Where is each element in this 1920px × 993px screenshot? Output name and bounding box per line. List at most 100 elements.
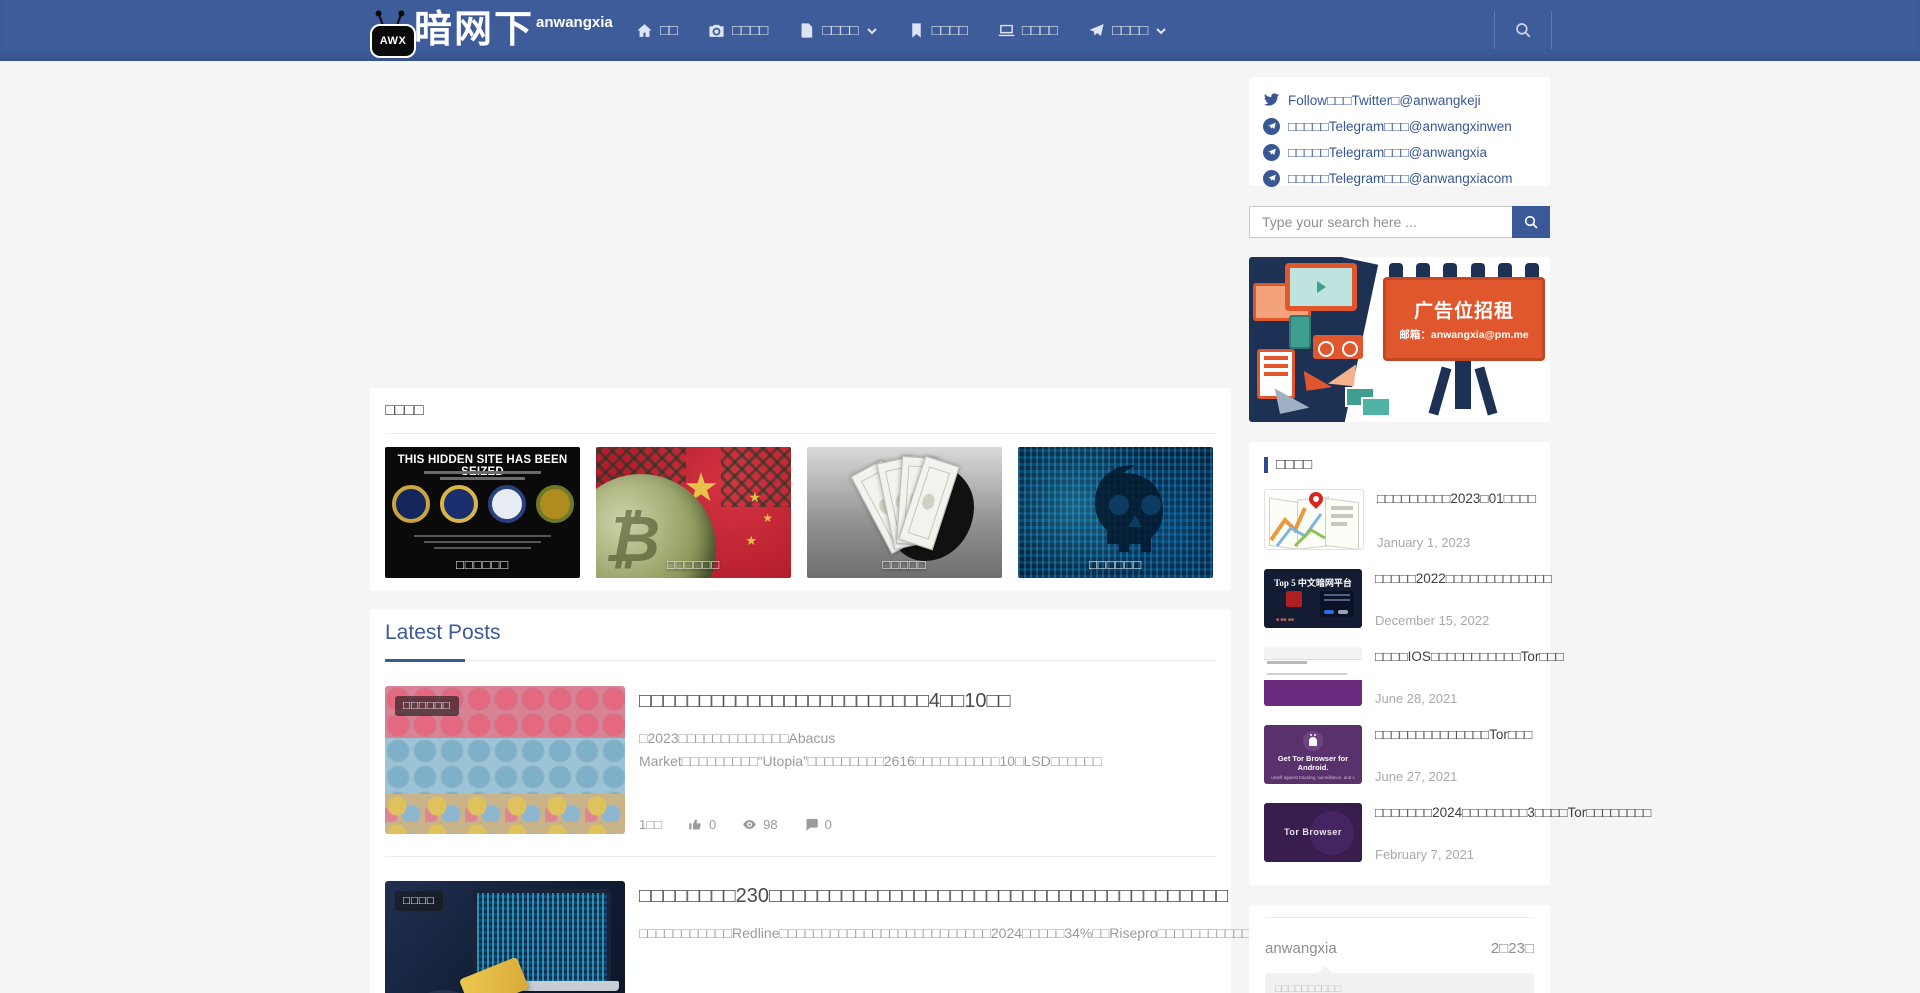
menu-label: □□□□ <box>1112 22 1148 39</box>
category-badge[interactable]: □□□□□□ <box>395 696 459 716</box>
billboard-pole <box>1455 361 1471 409</box>
star-decor: ★ <box>748 489 761 506</box>
post-thumbnail-cybercrime[interactable]: □□□□ <box>385 881 625 993</box>
featured-item-bitcoin-china[interactable]: ★ ★ ★ ★ □□□□□□ <box>596 447 791 578</box>
hot-post-item[interactable]: □□□□□□□□□2023□01□□□□ January 1, 2023 <box>1264 489 1535 550</box>
navbar-search-area <box>1494 10 1552 50</box>
hot-thumbnail-ios <box>1264 647 1362 706</box>
menu-label: □□□□ <box>732 22 768 39</box>
bookmark-icon <box>908 22 925 39</box>
featured-item-hacker-skull[interactable]: □□□□□□ <box>1018 447 1213 578</box>
android-icon <box>1303 731 1323 751</box>
comment-icon <box>804 817 819 832</box>
thumb-text: Top 5 中文暗网平台 <box>1264 576 1362 589</box>
search-input[interactable] <box>1249 206 1512 238</box>
star-decor: ★ <box>762 511 773 525</box>
radio-graphic <box>1313 335 1363 359</box>
post-title[interactable]: □□□□□□□□□□□□□□□□□□□□□□□□4□□10□□ <box>639 688 1216 715</box>
ad-banner[interactable]: 广告位招租 邮箱：anwangxia@pm.me <box>1249 257 1550 422</box>
decor-line <box>440 477 526 480</box>
hot-post-item[interactable]: □□□□IOS□□□□□□□□□□□Tor□□□ June 28, 2021 <box>1264 647 1535 706</box>
search-submit-button[interactable] <box>1512 206 1550 238</box>
home-icon <box>636 22 653 39</box>
calendar-widget: anwangxia 2□23□ □□□□□□□□□□ <box>1249 905 1550 993</box>
telegram-link-news[interactable]: □□□□□Telegram□□□@anwangxinwen <box>1249 113 1550 139</box>
hot-post-title[interactable]: □□□□□□□□□□□□□□Tor□□□ <box>1375 725 1535 745</box>
menu-item-home[interactable]: □□ <box>636 22 678 39</box>
hot-posts-header: □□□□ <box>1264 456 1535 473</box>
decor-line <box>414 535 551 537</box>
skull-silhouette <box>1075 457 1195 567</box>
phone-graphic <box>1289 315 1311 349</box>
decor-line <box>424 541 541 543</box>
navbar-search-button[interactable] <box>1495 10 1551 50</box>
hot-post-title[interactable]: □□□□□2022□□□□□□□□□□□□□ <box>1375 569 1552 589</box>
menu-label: □□□□ <box>932 22 968 39</box>
social-link-text: □□□□□Telegram□□□@anwangxia <box>1288 145 1487 160</box>
hot-post-date: February 7, 2021 <box>1375 847 1651 862</box>
comments-counter[interactable]: 0 <box>804 817 832 832</box>
latest-posts-title: Latest Posts <box>385 621 1216 645</box>
category-badge[interactable]: □□□□ <box>395 891 443 911</box>
menu-item-articles[interactable]: □□□□ <box>798 22 877 39</box>
post-item: □□□□□□ □□□□□□□□□□□□□□□□□□□□□□□□4□□10□□ □… <box>385 662 1216 856</box>
laptop-icon <box>998 22 1015 39</box>
divider <box>385 433 1216 434</box>
book-graphic <box>1328 362 1356 387</box>
hot-thumbnail-tor-browser: Tor Browser <box>1264 803 1362 862</box>
sidebar-search <box>1249 206 1550 238</box>
featured-caption: □□□□□□ <box>1018 557 1213 572</box>
social-link-text: □□□□□Telegram□□□@anwangxiacom <box>1288 171 1513 186</box>
hot-post-date: December 15, 2022 <box>1375 613 1552 628</box>
camera-icon <box>708 22 725 39</box>
eye-icon <box>742 817 757 832</box>
hot-post-title[interactable]: □□□□IOS□□□□□□□□□□□Tor□□□ <box>1375 647 1564 667</box>
twitter-follow-link[interactable]: Follow□□□Twitter□@anwangkeji <box>1249 87 1550 113</box>
brand-name-en: anwangxia <box>536 14 613 31</box>
telegram-icon <box>1088 22 1105 39</box>
hot-thumbnail-map <box>1264 489 1364 550</box>
menu-item-tech[interactable]: □□□□ <box>998 22 1058 39</box>
post-meta: 1□□ 0 98 0 <box>639 817 832 832</box>
ad-email: 邮箱：anwangxia@pm.me <box>1399 327 1528 342</box>
telegram-link-group[interactable]: □□□□□Telegram□□□@anwangxiacom <box>1249 165 1550 191</box>
featured-caption: □□□□□ <box>807 557 1002 572</box>
telegram-link-channel[interactable]: □□□□□Telegram□□□@anwangxia <box>1249 139 1550 165</box>
hot-post-title[interactable]: □□□□□□□2024□□□□□□□□3□□□□Tor□□□□□□□□ <box>1375 803 1651 823</box>
featured-item-dollars[interactable]: □□□□□ <box>807 447 1002 578</box>
billboard-leg <box>1429 367 1452 416</box>
brand-name-cn: 暗网下 <box>414 4 534 56</box>
calendar-header: anwangxia 2□23□ <box>1265 940 1534 957</box>
likes-counter[interactable]: 0 <box>688 817 716 832</box>
post-item: □□□□ □□□□□□□□230□□□□□□□□□□□□□□□□□□□□□□□□… <box>385 857 1216 993</box>
thumb-text: Tor Browser <box>1264 827 1362 837</box>
seizure-banner-text: THIS HIDDEN SITE HAS BEEN SEIZED <box>385 454 580 478</box>
hot-post-item[interactable]: Top 5 中文暗网平台 ■ ■■ ■■ □□□□□2022□□□□□□□□□□… <box>1264 569 1535 628</box>
hot-post-title[interactable]: □□□□□□□□□2023□01□□□□ <box>1377 489 1536 509</box>
page: AWX 暗网下 anwangxia □□ □□□□ □□□□ □□□□ <box>0 0 1920 993</box>
telegram-icon <box>1263 170 1280 187</box>
telegram-icon <box>1263 118 1280 135</box>
separator <box>1551 11 1552 49</box>
featured-caption: □□□□□□ <box>385 557 580 572</box>
mascot-bug-icon: AWX <box>368 12 414 52</box>
calendar-note: □□□□□□□□□□ <box>1265 973 1534 993</box>
billboard: 广告位招租 邮箱：anwangxia@pm.me <box>1383 263 1545 419</box>
menu-item-bookmarks[interactable]: □□□□ <box>908 22 968 39</box>
menu-label: □□ <box>660 22 678 39</box>
hot-posts-title: □□□□ <box>1276 456 1312 473</box>
hot-post-item[interactable]: Tor Browser □□□□□□□2024□□□□□□□□3□□□□Tor□… <box>1264 803 1535 862</box>
featured-caption: □□□□□□ <box>596 557 791 572</box>
tv-graphic <box>1285 263 1357 311</box>
post-thumbnail-pills[interactable]: □□□□□□ <box>385 686 625 834</box>
menu-label: □□□□ <box>1022 22 1058 39</box>
site-logo[interactable]: AWX 暗网下 anwangxia <box>368 4 613 56</box>
menu-item-contact[interactable]: □□□□ <box>1088 22 1167 39</box>
billboard-face: 广告位招租 邮箱：anwangxia@pm.me <box>1383 277 1545 361</box>
hot-post-item[interactable]: Get Tor Browser for Android. urself agai… <box>1264 725 1535 784</box>
menu-item-news[interactable]: □□□□ <box>708 22 768 39</box>
post-time: 1□□ <box>639 817 662 832</box>
featured-row: THIS HIDDEN SITE HAS BEEN SEIZED □□□□□□ … <box>385 447 1216 578</box>
featured-item-seized-site[interactable]: THIS HIDDEN SITE HAS BEEN SEIZED □□□□□□ <box>385 447 580 578</box>
hot-thumbnail-top5: Top 5 中文暗网平台 ■ ■■ ■■ <box>1264 569 1362 628</box>
